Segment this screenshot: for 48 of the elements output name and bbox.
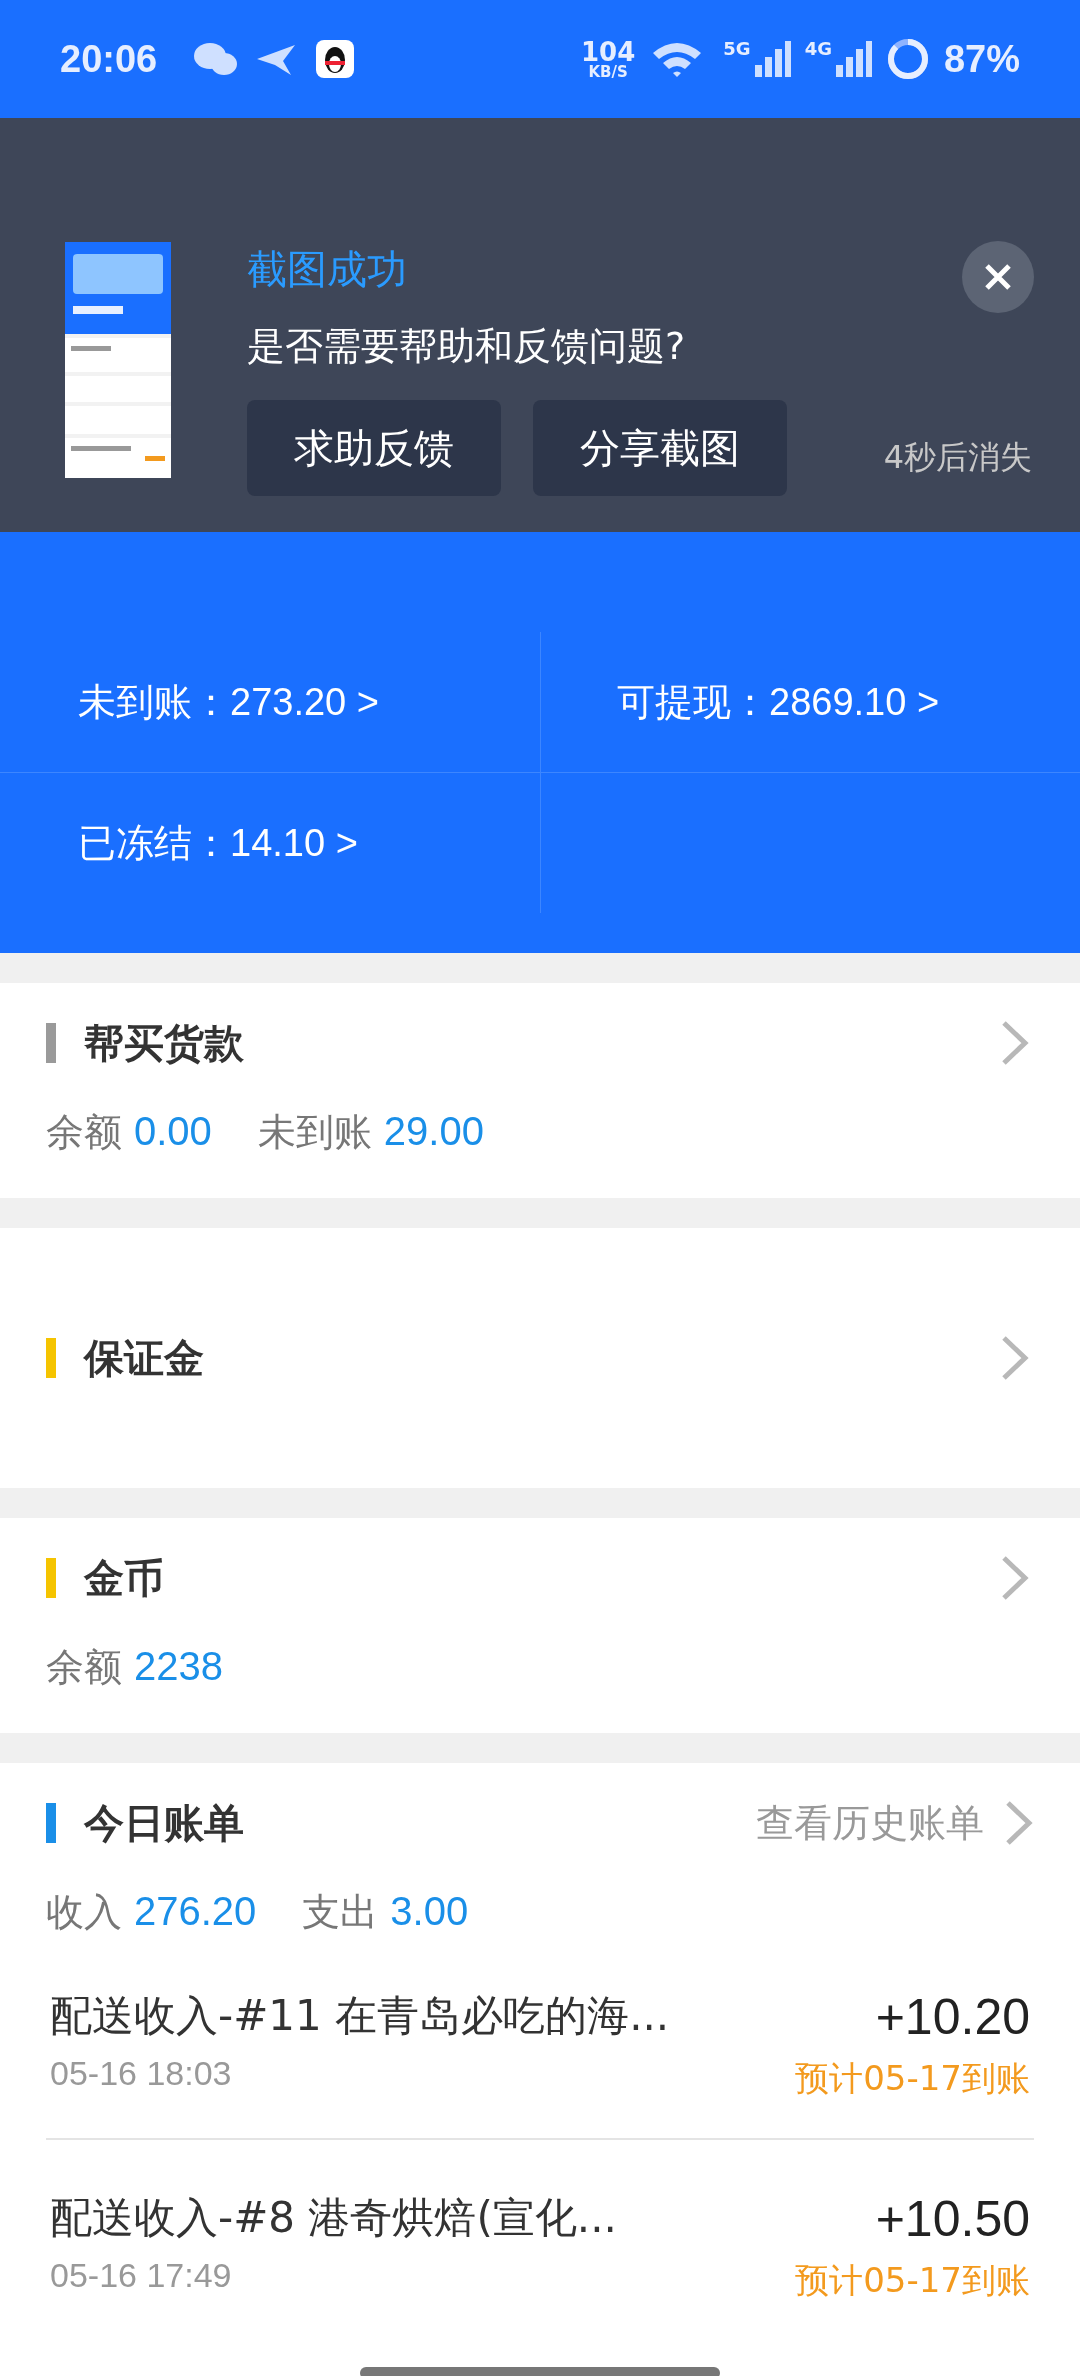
screenshot-thumbnail[interactable] <box>65 242 171 478</box>
value-label: 未到账 <box>257 1110 372 1154</box>
network-speed: 104 <box>581 38 636 65</box>
value-amount: 2238 <box>134 1644 223 1688</box>
close-icon <box>983 262 1013 292</box>
bill-amount: +10.20 <box>875 1988 1030 2046</box>
clock: 20:06 <box>60 37 158 81</box>
wallet-card[interactable]: 金币 余额 2238 <box>0 1518 1080 1733</box>
wallet-card[interactable]: 帮买货款 余额 0.00 未到账 29.00 <box>0 983 1080 1198</box>
bill-time: 05-16 17:49 <box>50 2256 233 2295</box>
value-amount: 276.20 <box>134 1889 257 1933</box>
signal-icon <box>754 39 791 79</box>
bill-time: 05-16 18:03 <box>50 2054 233 2093</box>
network-type: 4G <box>804 38 832 59</box>
value-label: 余额 <box>46 1110 122 1154</box>
signal-icon <box>835 39 872 79</box>
bill-status: 预计05-17到账 <box>795 2259 1030 2302</box>
balance-stat-link[interactable]: 可提现：2869.10 > <box>617 676 940 728</box>
card-title: 保证金 <box>84 1333 205 1383</box>
value-amount: 0.00 <box>134 1109 212 1153</box>
toast-button[interactable]: 求助反馈 <box>247 400 501 496</box>
wallet-card[interactable]: 保证金 <box>0 1228 1080 1488</box>
value-label: 余额 <box>46 1645 122 1689</box>
bill-title: 配送收入-#8 港奇烘焙(宣化... <box>50 2192 617 2244</box>
value-amount: 29.00 <box>383 1109 484 1153</box>
chevron-icon <box>1000 1335 1030 1381</box>
value-label: 收入 <box>46 1890 122 1934</box>
bill-title: 配送收入-#11 在青岛必吃的海... <box>50 1990 670 2042</box>
balance-stat-link[interactable]: 未到账：273.20 > <box>78 676 379 728</box>
card-title: 帮买货款 <box>84 1018 245 1068</box>
balance-stat-link[interactable]: 已冻结：14.10 > <box>78 817 358 869</box>
chevron-icon <box>1000 1555 1030 1601</box>
chevron-icon <box>1000 1020 1030 1066</box>
countdown-text: 4秒后消失 <box>883 437 1032 478</box>
bill-status: 预计05-17到账 <box>795 2057 1030 2100</box>
value-label: 支出 <box>302 1890 379 1934</box>
battery-icon <box>885 37 930 81</box>
card-title: 今日账单 <box>84 1798 245 1848</box>
value-amount: 3.00 <box>390 1889 469 1933</box>
network-speed-unit: KB/S <box>588 64 628 80</box>
toast-title: 截图成功 <box>247 245 408 294</box>
app-icon <box>315 39 356 79</box>
card-title: 金币 <box>84 1553 165 1603</box>
network-type: 5G <box>723 38 751 59</box>
bill-amount: +10.50 <box>875 2190 1030 2248</box>
toast-button[interactable]: 分享截图 <box>533 400 787 496</box>
toast-message: 是否需要帮助和反馈问题? <box>247 323 687 370</box>
battery-percent: 87% <box>943 37 1020 81</box>
